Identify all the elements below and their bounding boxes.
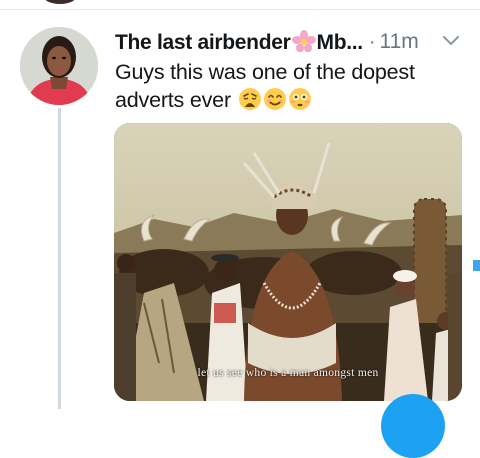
weary-face-emoji-icon: [238, 87, 262, 118]
previous-tweet-avatar[interactable]: [42, 0, 78, 4]
smiling-face-emoji-icon: [263, 87, 287, 118]
meta-separator: ·: [368, 30, 376, 53]
avatar[interactable]: [20, 27, 98, 105]
flower-emoji-icon: [291, 29, 316, 55]
timestamp[interactable]: 11m: [380, 30, 419, 54]
chevron-down-icon[interactable]: [442, 33, 460, 51]
thread-line: [58, 108, 61, 409]
tweet-text: Guys this was one of the dopest adverts …: [115, 58, 465, 118]
display-name-text[interactable]: The last airbender: [115, 31, 291, 54]
tweet-header: The last airbender Mb... · 11m: [115, 28, 466, 56]
display-name-suffix[interactable]: Mb...: [317, 31, 364, 54]
tweet-divider: [0, 9, 480, 10]
video-subtitle: let us see who is a man amongst men: [197, 367, 379, 379]
tweet-media-image[interactable]: let us see who is a man amongst men: [114, 123, 462, 401]
side-indicator: [473, 260, 480, 271]
flushed-face-emoji-icon: [288, 87, 312, 118]
display-name[interactable]: The last airbender Mb...: [115, 29, 364, 55]
compose-fab-button[interactable]: [381, 394, 445, 458]
